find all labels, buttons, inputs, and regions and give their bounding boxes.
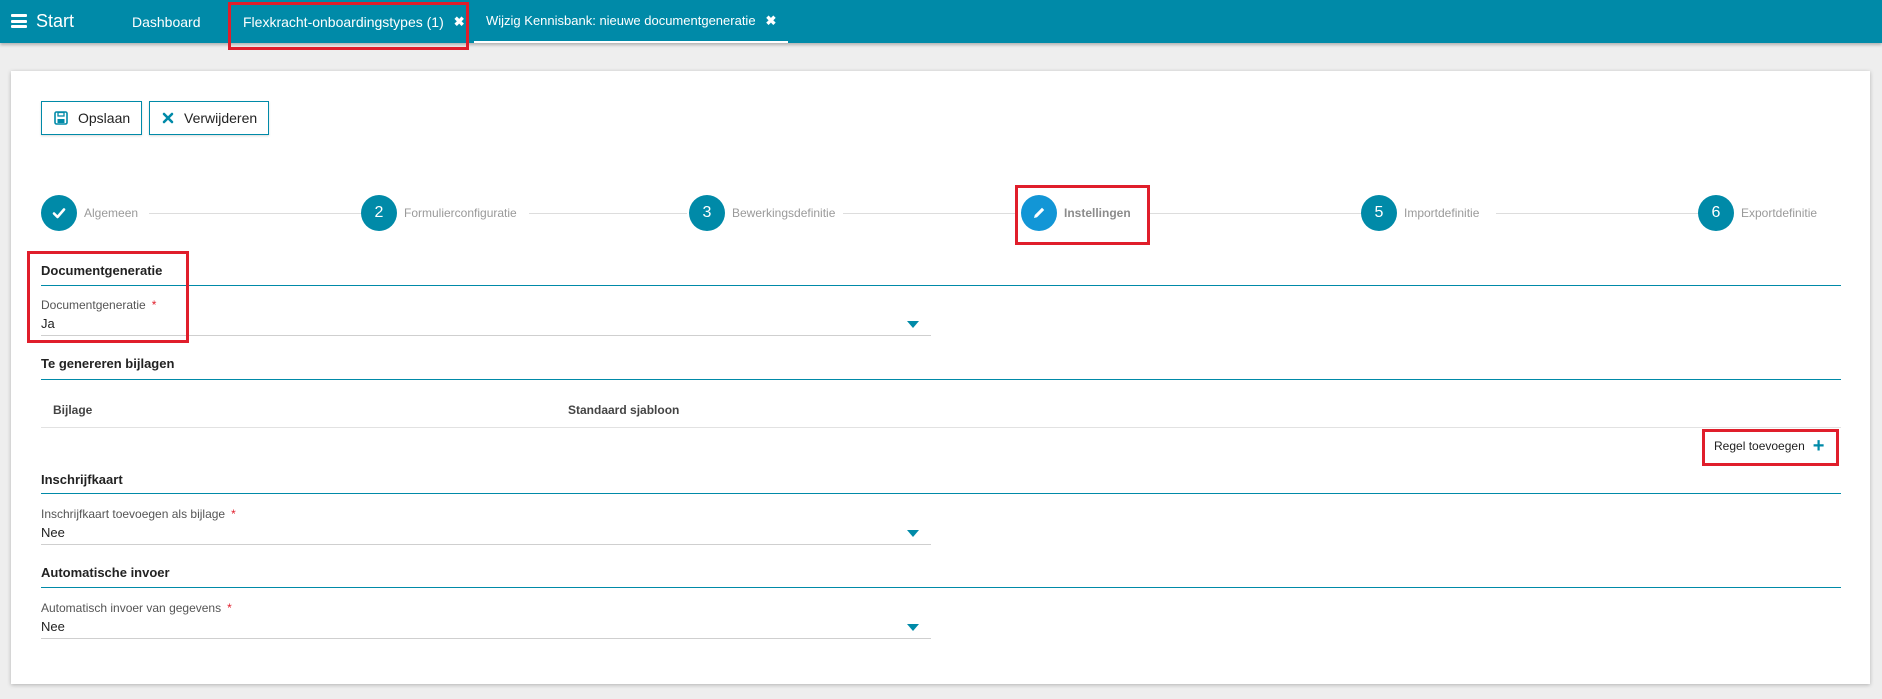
check-icon [41, 195, 77, 231]
close-icon[interactable]: ✖ [454, 14, 465, 30]
step-connector [1496, 213, 1709, 214]
start-label: Start [36, 10, 75, 31]
save-label: Opslaan [78, 110, 131, 126]
tab-label: Flexkracht-onboardingstypes (1) [243, 13, 444, 30]
field-label: Automatisch invoer van gegevens * [41, 601, 232, 615]
section-title-automatische-invoer: Automatische invoer [41, 565, 170, 580]
delete-button[interactable]: Verwijderen [149, 101, 269, 135]
field-label-text: Inschrijfkaart toevoegen als bijlage [41, 507, 226, 521]
column-header-standaard-sjabloon: Standaard sjabloon [568, 403, 680, 417]
field-label: Inschrijfkaart toevoegen als bijlage * [41, 507, 236, 521]
tab-dashboard[interactable]: Dashboard [132, 0, 201, 43]
section-title-inschrijfkaart: Inschrijfkaart [41, 472, 123, 487]
main-card: Opslaan Verwijderen Algemeen 2 Formulier… [11, 71, 1870, 684]
add-row-label: Regel toevoegen [1714, 439, 1805, 453]
top-bar: Start Dashboard Flexkracht-onboardingsty… [0, 0, 1882, 43]
step-label: Importdefinitie [1404, 206, 1480, 220]
tab-label: Wijzig Kennisbank: nieuwe documentgenera… [486, 13, 756, 28]
column-header-bijlage: Bijlage [53, 403, 93, 417]
close-icon[interactable]: ✖ [766, 13, 777, 29]
add-row-button[interactable]: Regel toevoegen + [1714, 435, 1825, 457]
step-instellingen[interactable]: Instellingen [1021, 195, 1131, 231]
step-bewerkingsdefinitie[interactable]: 3 Bewerkingsdefinitie [689, 195, 835, 231]
plus-icon: + [1812, 435, 1825, 457]
caret-down-icon [907, 530, 919, 537]
floppy-disk-icon [54, 111, 68, 125]
table-divider [41, 427, 1841, 428]
section-title-documentgeneratie: Documentgeneratie [41, 263, 163, 278]
tab-label: Dashboard [132, 13, 201, 30]
required-mark: * [151, 298, 157, 312]
hamburger-icon [11, 14, 27, 28]
step-number: 6 [1698, 195, 1734, 231]
select-value: Ja [41, 316, 55, 331]
close-icon [162, 111, 174, 125]
step-connector [1149, 213, 1369, 214]
step-importdefinitie[interactable]: 5 Importdefinitie [1361, 195, 1479, 231]
field-label-text: Automatisch invoer van gegevens [41, 601, 222, 615]
step-label: Instellingen [1064, 206, 1131, 220]
required-mark: * [231, 507, 236, 521]
delete-label: Verwijderen [184, 110, 258, 126]
section-divider [41, 379, 1841, 380]
tab-flexkracht-onboardingstypes[interactable]: Flexkracht-onboardingstypes (1) ✖ [243, 0, 465, 43]
section-title-bijlagen: Te genereren bijlagen [41, 356, 175, 371]
pencil-icon [1021, 195, 1057, 231]
step-number: 5 [1361, 195, 1397, 231]
section-divider [41, 587, 1841, 588]
tab-wijzig-kennisbank[interactable]: Wijzig Kennisbank: nieuwe documentgenera… [474, 0, 789, 43]
step-algemeen[interactable]: Algemeen [41, 195, 138, 231]
save-button[interactable]: Opslaan [41, 101, 142, 135]
step-connector [843, 213, 1016, 214]
step-label: Exportdefinitie [1741, 206, 1818, 220]
step-connector [529, 213, 687, 214]
select-value: Nee [41, 619, 65, 634]
step-number: 3 [689, 195, 725, 231]
section-divider [41, 285, 1841, 286]
field-label: Documentgeneratie * [41, 298, 156, 312]
documentgeneratie-select[interactable]: Ja [41, 314, 931, 336]
caret-down-icon [907, 321, 919, 328]
field-label-text: Documentgeneratie [41, 298, 146, 312]
required-mark: * [227, 601, 232, 615]
section-divider [41, 493, 1841, 494]
step-label: Formulierconfiguratie [404, 206, 517, 220]
wizard-stepper: Algemeen 2 Formulierconfiguratie 3 Bewer… [41, 195, 1821, 231]
step-label: Bewerkingsdefinitie [732, 206, 836, 220]
step-number: 2 [361, 195, 397, 231]
step-formulierconfiguratie[interactable]: 2 Formulierconfiguratie [361, 195, 517, 231]
start-menu-button[interactable]: Start [11, 10, 74, 32]
inschrijfkaart-select[interactable]: Nee [41, 523, 931, 545]
step-label: Algemeen [84, 206, 139, 220]
step-exportdefinitie[interactable]: 6 Exportdefinitie [1698, 195, 1817, 231]
select-value: Nee [41, 525, 65, 540]
step-connector [149, 213, 363, 214]
caret-down-icon [907, 624, 919, 631]
automatische-invoer-select[interactable]: Nee [41, 617, 931, 639]
